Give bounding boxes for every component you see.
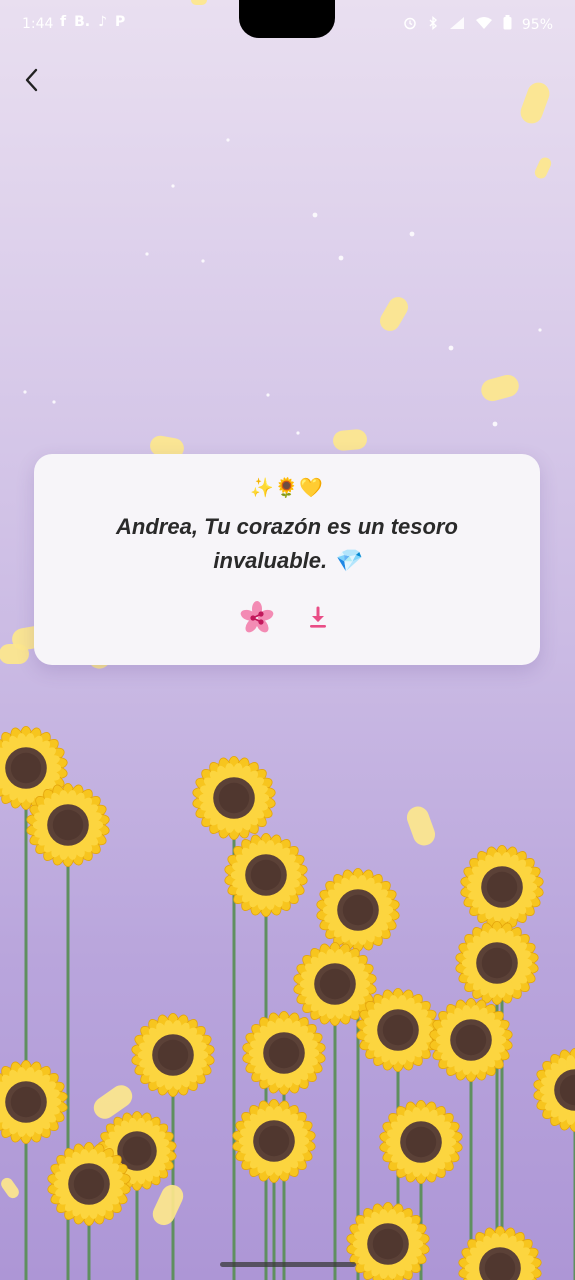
signal-icon	[449, 16, 465, 34]
sparkle	[312, 212, 318, 218]
download-icon	[310, 606, 326, 628]
sparkle	[171, 184, 175, 188]
petal	[93, 1085, 133, 1119]
app-screen: 1:44 f B. ♪ P 95% ✨🌻💛 Andrea, Tu corazón…	[0, 0, 575, 1280]
download-button[interactable]	[302, 602, 334, 634]
sunflower	[26, 783, 110, 867]
sparkle	[145, 252, 149, 256]
sunflower	[455, 921, 539, 1005]
battery-percent: 95%	[521, 16, 553, 33]
sparkle	[296, 431, 300, 435]
sparkle	[23, 390, 27, 394]
sparkle	[226, 138, 230, 142]
bluetooth-icon	[427, 15, 439, 34]
home-indicator[interactable]	[220, 1262, 356, 1267]
sunflower	[460, 845, 544, 929]
sunflower	[316, 868, 400, 952]
petal	[333, 429, 367, 451]
status-app-icons: f B. ♪ P	[60, 14, 125, 30]
sparkle	[338, 255, 344, 261]
chevron-left-icon	[25, 68, 38, 92]
petal	[534, 157, 552, 179]
sunflower	[533, 1048, 575, 1132]
petal	[380, 297, 408, 331]
sunflower	[293, 942, 377, 1026]
sunflower	[224, 833, 308, 917]
back-button[interactable]	[14, 62, 50, 98]
petal	[0, 644, 29, 664]
sunflower	[47, 1142, 131, 1226]
sparkle	[52, 400, 56, 404]
card-message: Andrea, Tu corazón es un tesoro invaluab…	[116, 514, 458, 573]
share-flower-icon	[240, 601, 274, 633]
petal	[520, 82, 550, 124]
sunflower	[192, 756, 276, 840]
p-icon: P	[115, 14, 126, 30]
sunflower	[429, 998, 513, 1082]
sunflower	[458, 1226, 542, 1280]
sunflower	[242, 1011, 326, 1095]
wifi-icon	[475, 16, 493, 34]
petal	[481, 374, 519, 402]
status-bar: 1:44 f B. ♪ P 95%	[0, 0, 575, 50]
status-time: 1:44	[22, 16, 54, 32]
sunflower	[131, 1013, 215, 1097]
message-card: ✨🌻💛 Andrea, Tu corazón es un tesoro inva…	[34, 454, 540, 665]
sunflower	[97, 1111, 177, 1191]
petal	[1, 1177, 19, 1199]
tiktok-icon: ♪	[98, 14, 108, 30]
sunflower	[356, 988, 440, 1072]
alarm-icon	[403, 16, 417, 34]
sunflower	[232, 1099, 316, 1183]
sunflower	[0, 1060, 68, 1144]
sunflower	[346, 1202, 430, 1280]
camera-notch	[239, 0, 335, 38]
sparkle	[492, 421, 498, 427]
sparkle	[409, 231, 415, 237]
petal	[406, 806, 436, 846]
sparkle	[538, 328, 542, 332]
sparkle	[201, 259, 205, 263]
sunflower	[379, 1100, 463, 1184]
card-emoji-line: ✨🌻💛	[250, 477, 324, 499]
sunflower	[0, 726, 68, 810]
share-button[interactable]	[239, 600, 275, 636]
sparkle	[448, 345, 454, 351]
petal	[152, 1184, 184, 1226]
status-right-icons: 95%	[403, 15, 553, 34]
facebook-icon: f	[60, 14, 67, 30]
battery-icon	[503, 15, 512, 34]
sparkle	[266, 393, 270, 397]
b-icon: B.	[74, 14, 91, 30]
